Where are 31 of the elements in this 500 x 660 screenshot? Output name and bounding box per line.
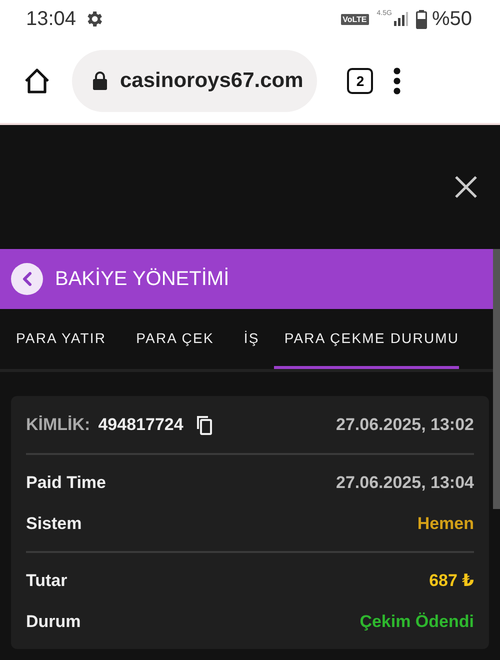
lock-icon <box>92 70 108 90</box>
copy-icon[interactable] <box>195 414 214 434</box>
header-title: BAKİYE YÖNETİMİ <box>55 268 230 290</box>
row-value: 27.06.2025, 13:04 <box>336 472 474 492</box>
row-label: Tutar <box>26 570 68 590</box>
tab[interactable]: PARA YATIR <box>16 309 122 369</box>
address-bar[interactable]: casinoroys67.com <box>72 50 318 112</box>
id-value: 494817724 <box>98 414 184 434</box>
row-value: Hemen <box>417 514 474 534</box>
row-label: Sistem <box>26 514 82 534</box>
tab[interactable]: PARA ÇEKME DURUMU <box>274 309 460 369</box>
menu-icon[interactable] <box>393 66 402 94</box>
tab[interactable]: PARA ÇEK <box>121 309 229 369</box>
tab[interactable]: İŞ <box>228 309 274 369</box>
back-button[interactable] <box>11 263 43 295</box>
scrollbar[interactable] <box>493 249 500 509</box>
row-label: Paid Time <box>26 472 106 492</box>
network-badge: VoLTE <box>340 14 369 24</box>
row-value: 687 ₺ <box>429 570 474 590</box>
battery-icon <box>416 10 427 28</box>
chevron-left-icon <box>22 272 32 286</box>
created-date: 27.06.2025, 13:02 <box>336 414 474 434</box>
url-text: casinoroys67.com <box>120 68 304 92</box>
close-icon[interactable] <box>454 175 478 199</box>
clock: 13:04 <box>26 8 76 30</box>
row-label: Durum <box>26 612 81 632</box>
id-label: KİMLİK: <box>26 414 90 434</box>
signal-icon <box>394 12 408 26</box>
battery-level: %50 <box>432 8 472 30</box>
row-value: Çekim Ödendi <box>360 612 474 632</box>
tab-count-button[interactable]: 2 <box>347 68 374 94</box>
